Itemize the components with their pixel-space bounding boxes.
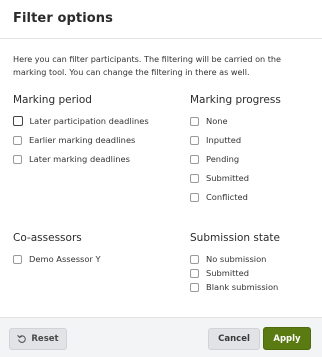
checkbox-label: Blank submission	[206, 282, 279, 292]
checkbox-progress-inputted[interactable]: Inputted	[190, 134, 241, 146]
checkbox-progress-none[interactable]: None	[190, 115, 228, 127]
checkbox-box[interactable]	[190, 135, 199, 145]
checkbox-blank-submission[interactable]: Blank submission	[190, 281, 278, 293]
checkbox-no-submission[interactable]: No submission	[190, 253, 266, 265]
apply-button-label: Apply	[273, 333, 301, 344]
checkbox-box[interactable]	[190, 173, 199, 183]
checkbox-label: Later participation deadlines	[29, 116, 149, 126]
checkbox-submission-submitted[interactable]: Submitted	[190, 267, 249, 279]
checkbox-later-participation-deadlines[interactable]: Later participation deadlines	[12, 115, 149, 127]
checkbox-label: Conflicted	[206, 192, 248, 202]
cancel-button-label: Cancel	[218, 334, 250, 344]
checkbox-label: Inputted	[206, 135, 242, 145]
checkbox-box[interactable]	[190, 192, 199, 202]
reset-button[interactable]: Reset	[9, 328, 67, 350]
checkbox-box[interactable]	[190, 282, 199, 292]
checkbox-earlier-marking-deadlines[interactable]: Earlier marking deadlines	[13, 134, 135, 146]
checkbox-later-marking-deadlines[interactable]: Later marking deadlines	[13, 153, 130, 165]
checkbox-box[interactable]	[190, 154, 199, 164]
marking-progress-title: Marking progress	[190, 94, 281, 106]
reset-button-label: Reset	[31, 334, 59, 344]
checkbox-label: None	[206, 116, 228, 126]
marking-period-title: Marking period	[13, 94, 92, 106]
checkbox-box[interactable]	[13, 135, 22, 145]
submission-state-title: Submission state	[190, 232, 281, 244]
checkbox-progress-submitted[interactable]: Submitted	[190, 172, 249, 184]
filter-options-dialog: Filter options Here you can filter parti…	[0, 0, 322, 357]
checkbox-label: Submitted	[206, 268, 250, 278]
checkbox-label: No submission	[206, 254, 267, 264]
checkbox-progress-conflicted[interactable]: Conflicted	[190, 191, 248, 203]
checkbox-box[interactable]	[190, 116, 199, 126]
checkbox-label: Submitted	[206, 173, 250, 183]
cancel-button[interactable]: Cancel	[208, 328, 260, 350]
checkbox-label: Pending	[206, 154, 240, 164]
dialog-title: Filter options	[13, 11, 113, 26]
checkbox-box[interactable]	[12, 116, 23, 126]
checkbox-label: Later marking deadlines	[29, 154, 130, 164]
checkbox-progress-pending[interactable]: Pending	[190, 153, 239, 165]
checkbox-box[interactable]	[190, 254, 199, 264]
checkbox-label: Demo Assessor Y	[29, 254, 101, 264]
checkbox-box[interactable]	[13, 154, 22, 164]
co-assessors-title: Co-assessors	[13, 232, 82, 244]
rotate-left-icon	[17, 335, 27, 343]
checkbox-demo-assessor-y[interactable]: Demo Assessor Y	[13, 253, 101, 265]
dialog-intro-text: Here you can filter participants. The fi…	[13, 54, 282, 77]
checkbox-box[interactable]	[190, 268, 199, 278]
checkbox-box[interactable]	[13, 254, 22, 264]
dialog-header: Filter options	[0, 0, 322, 39]
apply-button[interactable]: Apply	[263, 327, 311, 350]
checkbox-label: Earlier marking deadlines	[29, 135, 136, 145]
